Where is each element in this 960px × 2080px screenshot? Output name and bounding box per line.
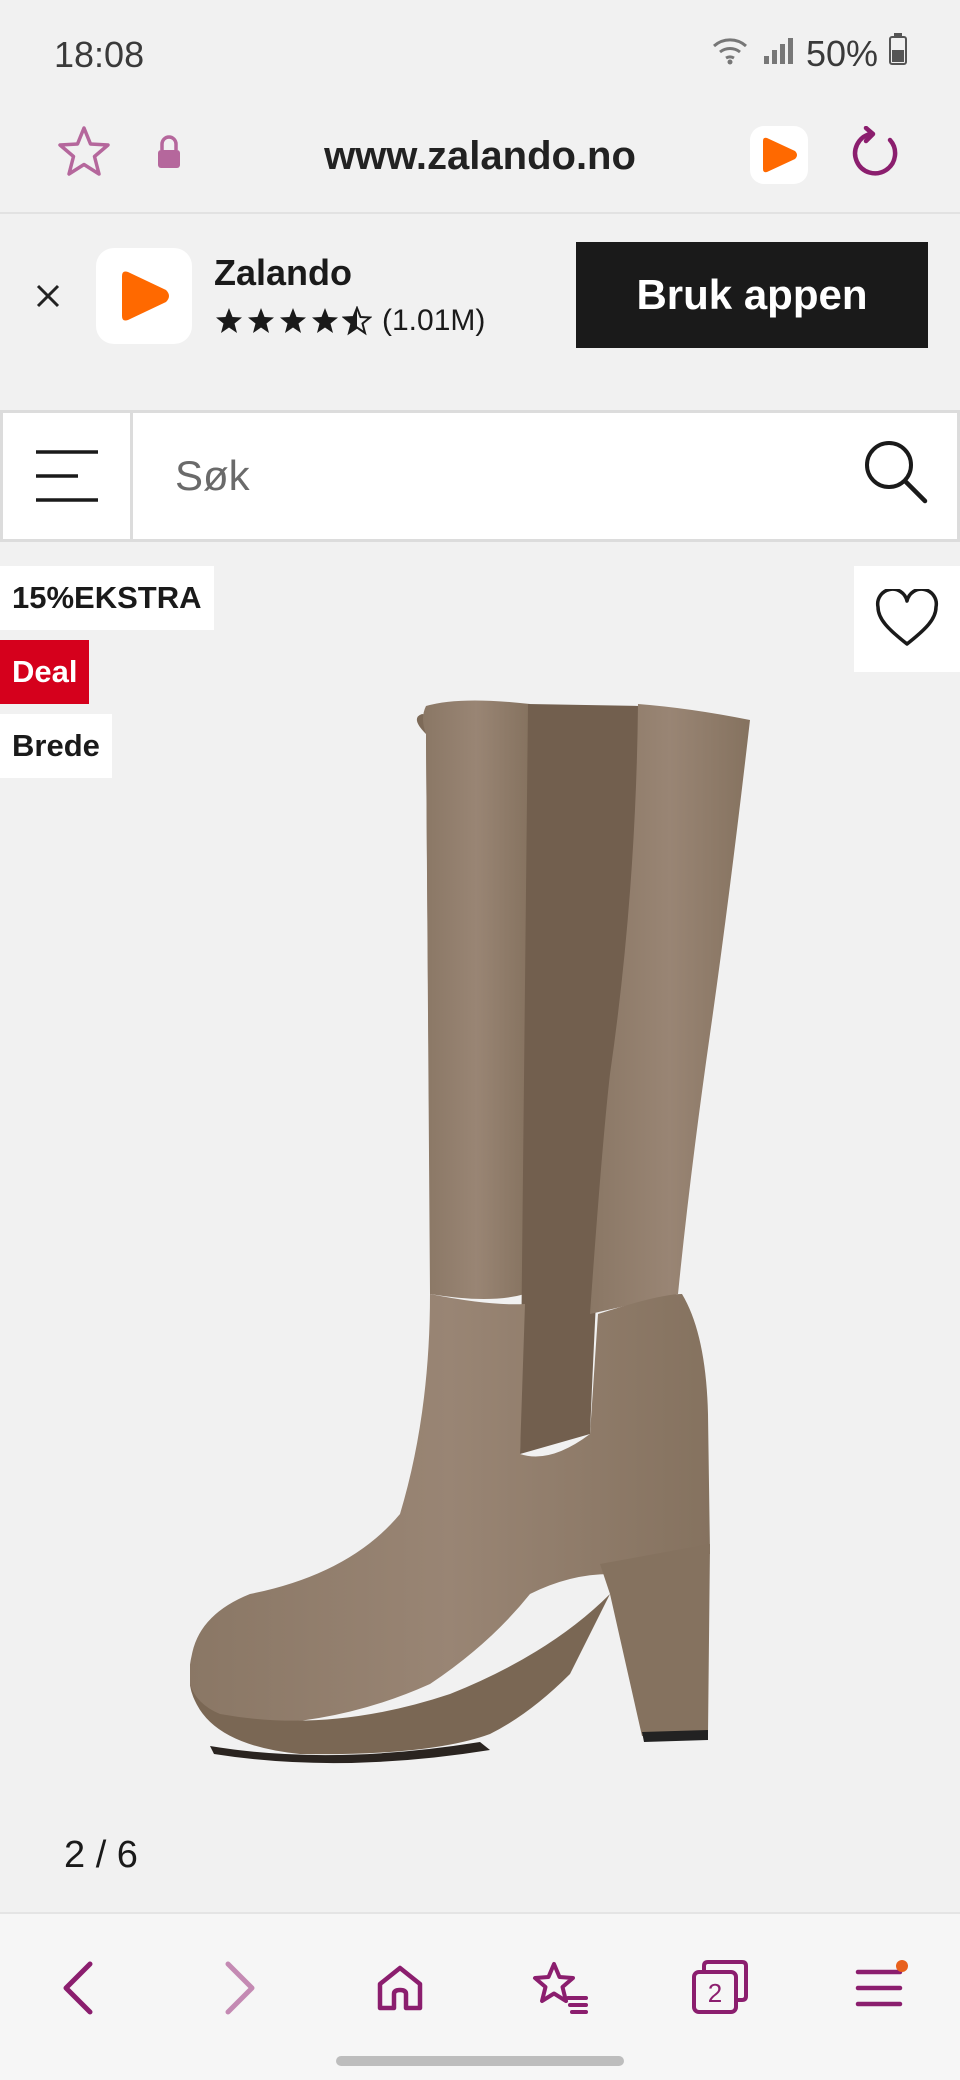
rating-count: (1.01M) [382,304,486,337]
wifi-icon [710,33,750,75]
wishlist-button[interactable] [854,566,960,672]
close-icon[interactable] [30,278,66,319]
tabs-icon: 2 [692,1960,748,2014]
chevron-right-icon [225,1961,255,2015]
search-bar [0,410,960,542]
back-button[interactable] [38,1948,118,2028]
home-indicator[interactable] [336,2056,624,2066]
star-icon [216,308,242,333]
star-list-icon [533,1962,588,2014]
app-rating: (1.01M) [214,304,485,338]
app-name: Zalando [214,252,353,293]
image-pager: 2 / 6 [64,1834,138,1876]
browser-bottom-nav: 2 [0,1912,960,2080]
hamburger-icon [35,450,98,502]
chevron-left-icon [63,1961,93,2015]
heart-icon [875,589,939,646]
star-icon [312,308,338,333]
battery-icon [888,32,908,75]
width-badge: Brede [0,714,112,778]
search-input[interactable] [173,443,793,509]
status-time: 18:08 [54,34,145,75]
home-icon [377,1965,423,2011]
deal-badge: Deal [0,640,90,704]
bookmarks-button[interactable] [520,1948,600,2028]
zalando-logo [96,248,192,344]
browser-menu-button[interactable] [840,1948,920,2028]
zalando-app-icon[interactable] [750,126,808,184]
rating-stars [214,306,372,336]
reload-icon[interactable] [846,125,902,187]
browser-url-bar: www.zalando.no [0,110,960,214]
open-app-button[interactable]: Bruk appen [576,242,928,348]
menu-button[interactable] [3,413,133,539]
status-bar: 18:08 50% [0,0,960,110]
signal-icon [760,33,796,75]
hamburger-icon [855,1960,908,2007]
home-button[interactable] [360,1948,440,2028]
search-icon[interactable] [861,437,931,512]
product-image-boot [190,700,750,1764]
star-icon [280,308,306,333]
half-star-icon [342,306,372,336]
tab-count: 2 [708,1978,722,2008]
status-indicators: 50% [710,32,908,75]
url-text[interactable]: www.zalando.no [0,134,960,179]
star-icon [248,308,274,333]
app-install-banner: Zalando (1.01M) Bruk appen [0,216,960,376]
notification-dot [896,1960,908,1972]
product-image-gallery[interactable]: 15%EKSTRA Deal Brede 2 / 6 [0,544,960,1910]
forward-button[interactable] [200,1948,280,2028]
extra-discount-badge: 15%EKSTRA [0,566,214,630]
tabs-button[interactable]: 2 [680,1948,760,2028]
battery-percent: 50% [805,32,878,74]
